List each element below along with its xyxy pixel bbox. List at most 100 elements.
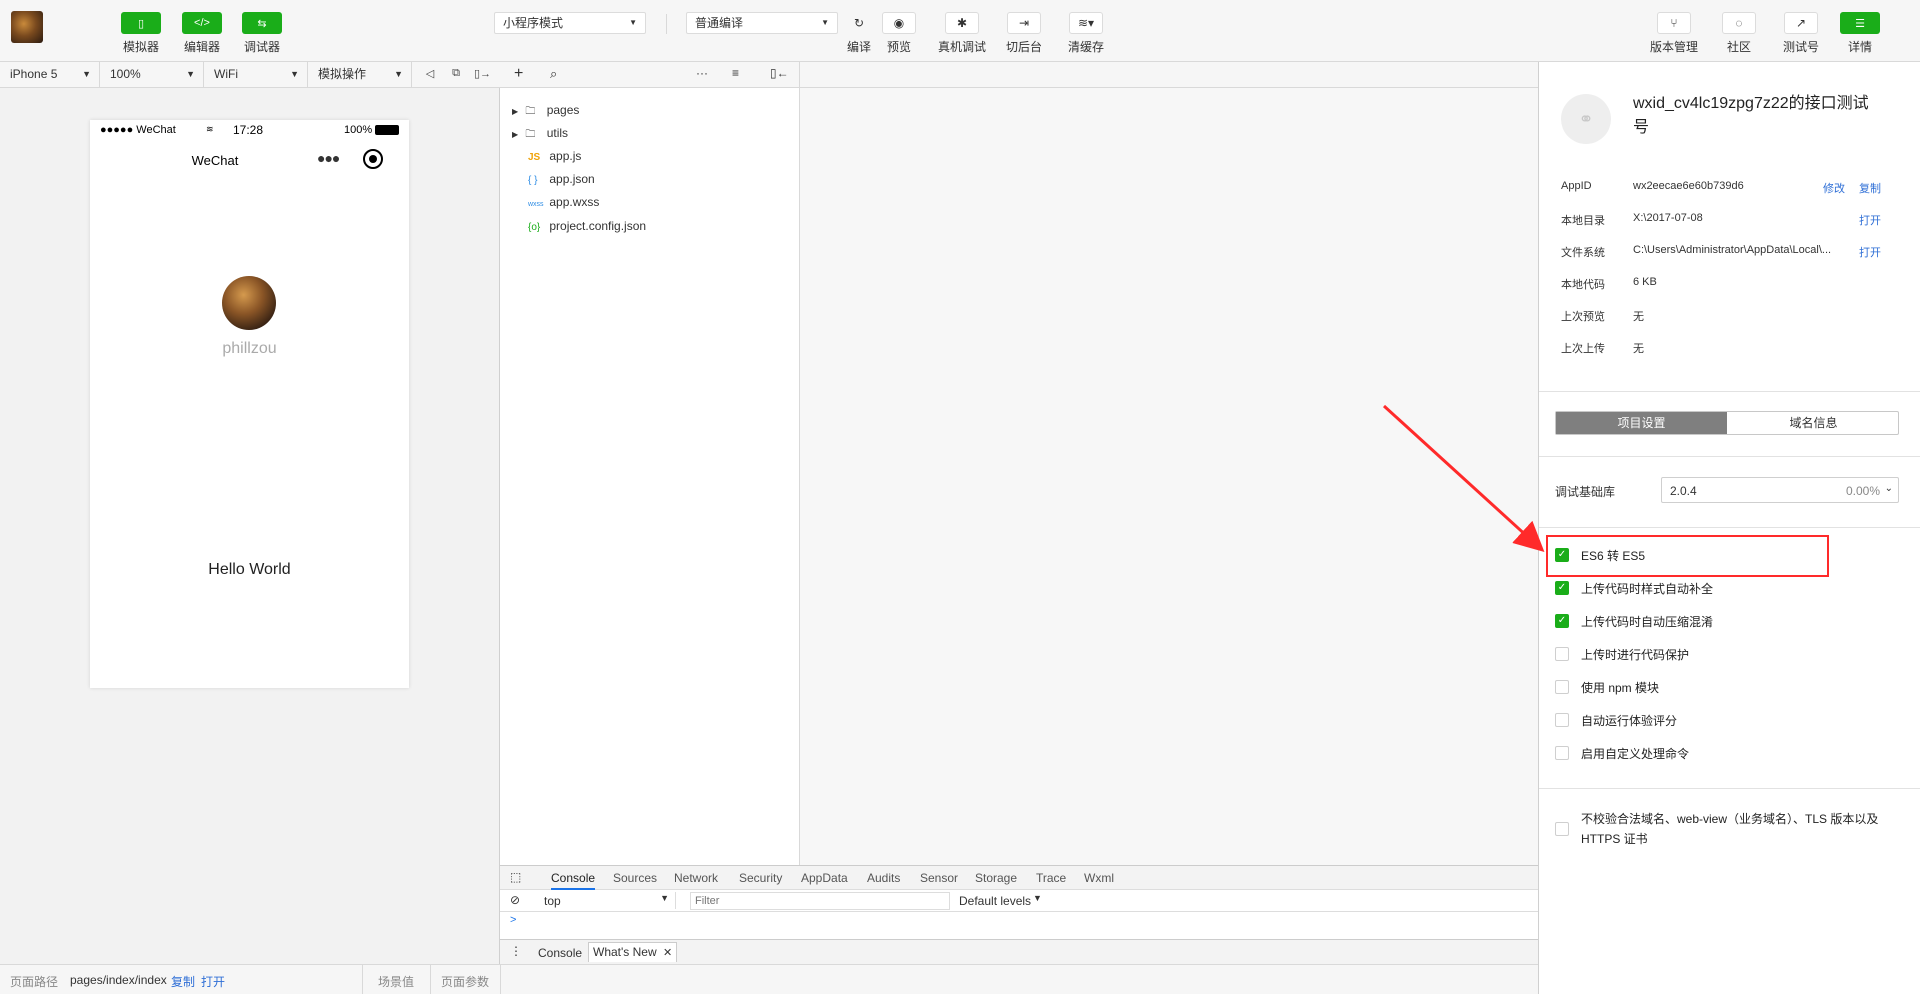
operation-select[interactable]: 模拟操作 ▼ — [308, 62, 412, 87]
tab-trace[interactable]: Trace — [1036, 866, 1066, 890]
mute-icon[interactable]: ◁ — [422, 67, 438, 81]
tab-security[interactable]: Security — [739, 866, 782, 890]
background-button[interactable]: ⇥ 切后台 — [1006, 12, 1042, 55]
close-circle-icon[interactable] — [363, 149, 383, 169]
capsule-menu[interactable]: ●●● — [317, 149, 387, 173]
file-app-wxss[interactable]: wxss app.wxss — [528, 192, 599, 212]
last-upload-row: 上次上传 无 — [1561, 340, 1901, 358]
network-select[interactable]: WiFi ▼ — [204, 62, 308, 87]
folder-pages[interactable]: ▶ 🗀 pages — [512, 100, 579, 120]
window-icon[interactable]: ⧉ — [448, 67, 464, 81]
style-autoprefix-option[interactable]: ✓ 上传代码时样式自动补全 — [1555, 579, 1905, 597]
file-label: project.config.json — [549, 219, 647, 233]
console-prompt[interactable]: > — [510, 914, 516, 926]
hello-text: Hello World — [208, 561, 291, 578]
debugger-toggle-button[interactable]: ⇆ 调试器 — [242, 12, 282, 55]
open-filesystem-link[interactable]: 打开 — [1859, 244, 1881, 260]
clear-cache-label: 清缓存 — [1068, 40, 1105, 54]
npm-option[interactable]: 使用 npm 模块 — [1555, 678, 1905, 696]
code-protect-option[interactable]: 上传时进行代码保护 — [1555, 645, 1905, 663]
devtools-drawer-bar: ⋮ Console What's New ✕ — [500, 939, 1538, 965]
remote-debug-button[interactable]: ✱ 真机调试 — [938, 12, 986, 55]
auto-audit-option[interactable]: 自动运行体验评分 — [1555, 711, 1905, 729]
community-label: 社区 — [1726, 40, 1751, 54]
skip-domain-check-checkbox[interactable] — [1555, 822, 1569, 836]
compile-select[interactable]: 普通编译 ▼ — [686, 12, 838, 34]
detach-icon[interactable]: ▯→ — [474, 67, 491, 81]
base-library-label: 调试基础库 — [1555, 485, 1616, 499]
filter-input[interactable] — [690, 892, 950, 910]
scene-value-button[interactable]: 场景值 — [378, 973, 414, 990]
checkbox-unchecked[interactable] — [1555, 680, 1569, 694]
checkbox-unchecked[interactable] — [1555, 713, 1569, 727]
tab-console[interactable]: Console — [551, 866, 596, 890]
search-icon[interactable]: ⌕ — [550, 66, 557, 82]
phone-screen[interactable]: ●●●●● WeChat ≋ 17:28 100% WeChat ●●● phi… — [90, 120, 409, 688]
carrier-label: ●●●●● WeChat — [100, 124, 176, 136]
editor-label: 编辑器 — [183, 40, 220, 54]
mode-select[interactable]: 小程序模式 ▼ — [494, 12, 646, 34]
more-icon[interactable]: ··· — [696, 66, 708, 80]
test-account-button[interactable]: ↗ 测试号 — [1783, 12, 1819, 55]
checkbox-unchecked[interactable] — [1555, 746, 1569, 760]
custom-command-option[interactable]: 启用自定义处理命令 — [1555, 744, 1905, 762]
zoom-select[interactable]: 100% ▼ — [100, 62, 204, 87]
checkbox-checked[interactable]: ✓ — [1555, 581, 1569, 595]
drawer-tab-console[interactable]: Console — [538, 946, 582, 960]
compile-button[interactable]: ↻ 编译 — [842, 12, 876, 55]
info-key: 本地代码 — [1561, 279, 1605, 291]
file-label: pages — [546, 103, 580, 117]
nav-title: WeChat — [191, 153, 239, 168]
tab-appdata[interactable]: AppData — [801, 866, 848, 890]
preview-button[interactable]: ◉ 预览 — [882, 12, 916, 55]
clear-console-icon[interactable]: ⊘ — [510, 893, 520, 907]
editor-toggle-button[interactable]: </> 编辑器 — [182, 12, 222, 55]
app-logo[interactable] — [11, 11, 43, 43]
hide-panel-icon[interactable]: ▯← — [770, 66, 789, 80]
drawer-tab-whats-new[interactable]: What's New ✕ — [588, 942, 678, 962]
base-library-select[interactable]: 2.0.4 0.00% ⌄ — [1661, 477, 1899, 503]
folder-utils[interactable]: ▶ 🗀 utils — [512, 123, 568, 143]
chevron-down-icon: ▼ — [821, 18, 829, 27]
checkbox-checked[interactable]: ✓ — [1555, 614, 1569, 628]
tab-storage[interactable]: Storage — [975, 866, 1017, 890]
tab-network[interactable]: Network — [674, 866, 718, 890]
tab-project-settings[interactable]: 项目设置 — [1556, 412, 1727, 434]
checkbox-label: 上传代码时自动压缩混淆 — [1581, 615, 1714, 629]
close-icon[interactable]: ✕ — [663, 947, 672, 959]
tab-audits[interactable]: Audits — [867, 866, 900, 890]
edit-appid-link[interactable]: 修改 — [1823, 180, 1845, 196]
tab-wxml[interactable]: Wxml — [1084, 866, 1114, 890]
community-button[interactable]: ◌ 社区 — [1722, 12, 1756, 55]
version-control-button[interactable]: ⑂ 版本管理 — [1650, 12, 1698, 55]
open-dir-link[interactable]: 打开 — [1859, 212, 1881, 228]
console-toolbar: ⊘ top ▼ Default levels ▼ — [500, 890, 1538, 912]
minify-option[interactable]: ✓ 上传代码时自动压缩混淆 — [1555, 612, 1905, 630]
levels-select[interactable]: Default levels — [959, 894, 1031, 908]
details-button[interactable]: ☰ 详情 — [1840, 12, 1880, 55]
clear-cache-button[interactable]: ≋▾ 清缓存 — [1068, 12, 1104, 55]
copy-appid-link[interactable]: 复制 — [1859, 180, 1881, 196]
tab-domain-info[interactable]: 域名信息 — [1728, 412, 1899, 434]
tab-sensor[interactable]: Sensor — [920, 866, 958, 890]
skip-domain-check-label: 不校验合法域名、web-view（业务域名）、TLS 版本以及 HTTPS 证书 — [1581, 812, 1879, 846]
kebab-menu-icon[interactable]: ⋮ — [510, 944, 522, 958]
local-code-row: 本地代码 6 KB — [1561, 276, 1901, 294]
tab-sources[interactable]: Sources — [613, 866, 657, 890]
simulator-toggle-button[interactable]: ▯ 模拟器 — [121, 12, 161, 55]
inspect-icon[interactable]: ⬚ — [510, 870, 521, 884]
copy-path-link[interactable]: 复制 — [171, 973, 195, 990]
checkbox-unchecked[interactable] — [1555, 647, 1569, 661]
file-app-js[interactable]: JS app.js — [528, 146, 581, 166]
version-control-label: 版本管理 — [1650, 40, 1699, 54]
link-icon: ⚭ — [1561, 94, 1611, 144]
open-path-link[interactable]: 打开 — [201, 973, 225, 990]
file-app-json[interactable]: { } app.json — [528, 169, 595, 189]
more-icon[interactable]: ●●● — [317, 150, 340, 166]
collapse-icon[interactable]: ≡ — [732, 66, 739, 80]
context-select[interactable]: top ▼ — [532, 892, 676, 909]
file-project-config[interactable]: {o} project.config.json — [528, 216, 646, 236]
add-icon[interactable]: + — [514, 65, 523, 83]
device-select[interactable]: iPhone 5 ▼ — [0, 62, 100, 87]
page-params-button[interactable]: 页面参数 — [441, 973, 489, 990]
